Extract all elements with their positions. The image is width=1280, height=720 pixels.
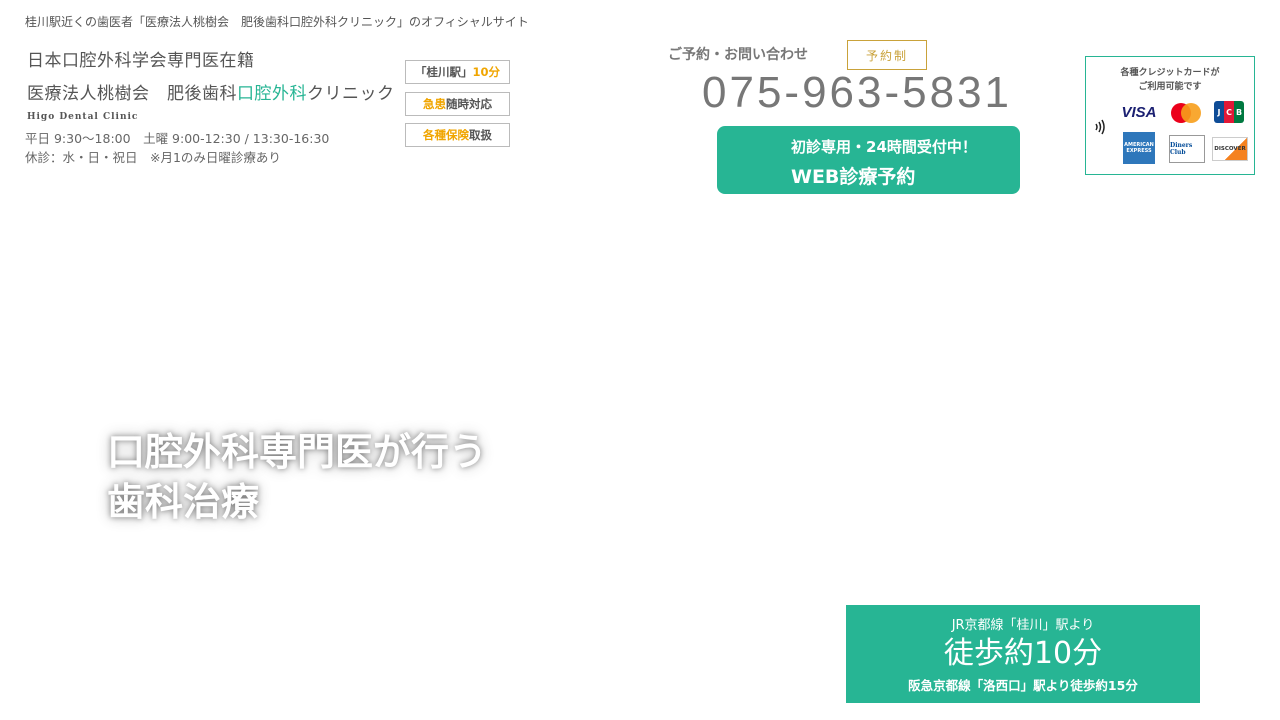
hours-weekday: 平日 9:30〜18:00 土曜 9:00-12:30 / 13:30-16:3… bbox=[25, 131, 330, 146]
visa-logo-icon: VISA bbox=[1121, 103, 1157, 121]
badge-text: 「桂川駅」 bbox=[414, 65, 473, 79]
access-jr-line: JR京都線「桂川」駅より bbox=[951, 618, 1095, 633]
web-reservation-subtitle: 初診専用・24時間受付中！ bbox=[791, 138, 977, 156]
credit-card-title: 各種クレジットカードが ご利用可能です bbox=[1086, 66, 1254, 94]
badge-text: 随時対応 bbox=[446, 97, 492, 111]
contactless-icon bbox=[1095, 119, 1105, 135]
diners-club-logo-icon: Diners Club bbox=[1169, 135, 1205, 163]
badge-highlight: 10分 bbox=[472, 65, 500, 79]
access-walk-time: 徒歩約10分 bbox=[943, 636, 1103, 671]
logo-name-accent: 口腔外科 bbox=[237, 84, 307, 104]
site-tagline: 桂川駅近くの歯医者「医療法人桃樹会 肥後歯科口腔外科クリニック」のオフィシャルサ… bbox=[25, 15, 529, 29]
logo-name-prefix: 医療法人桃樹会 肥後歯科 bbox=[27, 84, 237, 104]
badge-text: 取扱 bbox=[469, 128, 492, 142]
access-hankyu-line: 阪急京都線「洛西口」駅より徒歩約15分 bbox=[908, 678, 1138, 693]
web-reservation-title: WEB診療予約 bbox=[791, 166, 916, 188]
badge-highlight: 急患 bbox=[423, 97, 446, 111]
hero-line2: 歯科治療 bbox=[107, 480, 260, 524]
logo-line-name: 医療法人桃樹会 肥後歯科口腔外科クリニック bbox=[27, 79, 395, 104]
badge-insurance: 各種保険 取扱 bbox=[405, 123, 510, 147]
hero-line1: 口腔外科専門医が行う bbox=[107, 430, 488, 474]
badge-highlight: 各種保険 bbox=[423, 128, 469, 142]
credit-card-panel: 各種クレジットカードが ご利用可能です VISA J C B AMERICAN … bbox=[1085, 56, 1255, 175]
hours-closed: 休診：水・日・祝日 ※月1のみ日曜診療あり bbox=[25, 150, 281, 165]
logo-line-specialist: 日本口腔外科学会専門医在籍 bbox=[27, 51, 255, 71]
badge-station-distance: 「桂川駅」 10分 bbox=[405, 60, 510, 84]
jcb-logo-icon: J C B bbox=[1214, 101, 1244, 123]
credit-card-title-line2: ご利用可能です bbox=[1138, 82, 1202, 92]
reservation-required-tag: 予約制 bbox=[847, 40, 927, 70]
phone-number-link[interactable]: 075-963-5831 bbox=[702, 68, 1012, 118]
web-reservation-button[interactable]: 初診専用・24時間受付中！ WEB診療予約 bbox=[717, 126, 1020, 194]
logo-english-name: Higo Dental Clinic bbox=[27, 112, 139, 122]
clinic-logo[interactable]: 日本口腔外科学会専門医在籍 医療法人桃樹会 肥後歯科口腔外科クリニック Higo… bbox=[27, 46, 395, 122]
discover-logo-icon: DISCOVER bbox=[1212, 137, 1248, 161]
opening-hours: 平日 9:30〜18:00 土曜 9:00-12:30 / 13:30-16:3… bbox=[25, 129, 329, 167]
credit-card-title-line1: 各種クレジットカードが bbox=[1120, 68, 1220, 78]
logo-name-suffix: クリニック bbox=[307, 84, 395, 104]
mastercard-logo-icon bbox=[1171, 103, 1201, 123]
contact-label: ご予約・お問い合わせ bbox=[668, 47, 808, 63]
hero-headline: 口腔外科専門医が行う 歯科治療 bbox=[107, 427, 487, 527]
access-info-box: JR京都線「桂川」駅より 徒歩約10分 阪急京都線「洛西口」駅より徒歩約15分 bbox=[846, 605, 1200, 703]
badge-emergency: 急患 随時対応 bbox=[405, 92, 510, 116]
amex-logo-icon: AMERICAN EXPRESS bbox=[1123, 132, 1155, 164]
